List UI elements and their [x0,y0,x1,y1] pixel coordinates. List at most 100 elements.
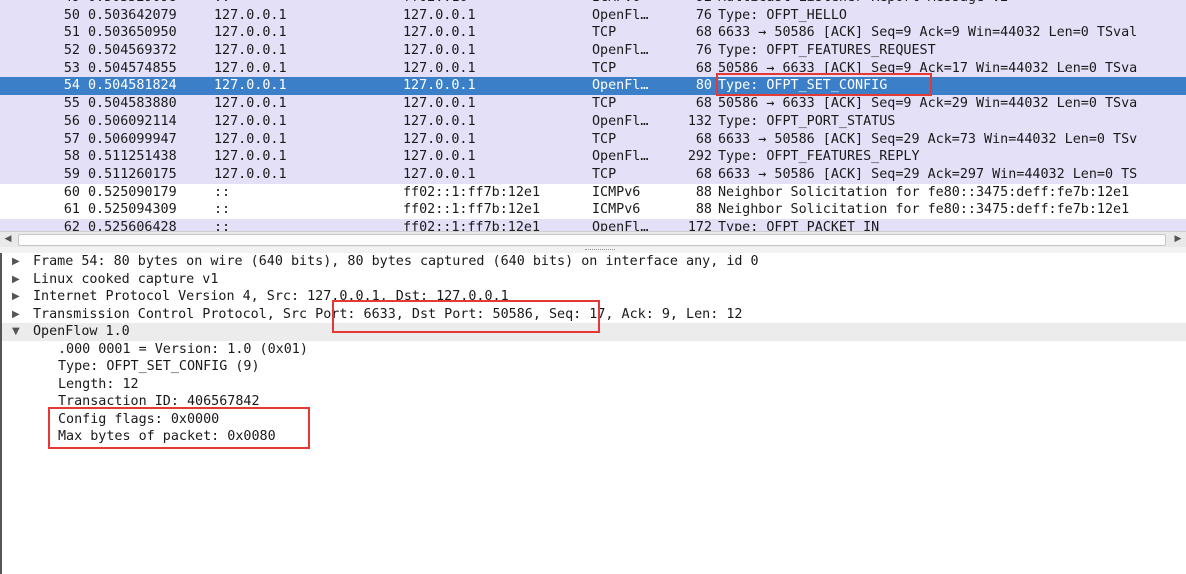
packet-time: 0.511260175 [88,166,177,182]
packet-info: Type: OFPT_FEATURES_REPLY [718,149,920,165]
packet-number: 53 [63,60,80,76]
packet-info: 6633 → 50586 [ACK] Seq=29 Ack=73 Win=440… [718,131,1138,147]
packet-source: 127.0.0.1 [214,43,287,59]
detail-openflow-text: OpenFlow 1.0 [33,324,130,339]
packet-length: 76 [695,7,712,23]
packet-destination: 127.0.0.1 [403,7,476,23]
packet-time: 0.504569372 [88,43,177,59]
packet-time: 0.504581824 [88,78,177,94]
packet-protocol: OpenFl… [592,113,649,129]
packet-source: 127.0.0.1 [214,78,287,94]
packet-number: 56 [63,113,80,129]
openflow-length[interactable]: Length: 12 [58,376,139,394]
packet-protocol: TCP [592,166,617,182]
packet-destination: 127.0.0.1 [403,96,476,112]
packet-rows: 49 0.503529098::ff02::16ICMPv6 92 Multicast… [0,0,1186,231]
packet-row[interactable]: 53 0.504574855 127.0.0.1 127.0.0.1 TCP 68 5058… [0,59,1186,78]
packet-info: Neighbor Solicitation for fe80::3475:def… [718,202,1130,218]
packet-source: 127.0.0.1 [214,149,287,165]
packet-row[interactable]: 50 0.503642079 127.0.0.1 127.0.0.1 OpenFl… 76… [0,6,1186,25]
packet-info: Multicast Listener Report Message v2 [718,0,1186,7]
annotation-box-config [48,407,310,449]
packet-source: 127.0.0.1 [214,60,287,76]
packet-destination: ff02::16 [403,0,583,7]
packet-destination: 127.0.0.1 [403,131,476,147]
packet-row[interactable]: 49 0.503529098::ff02::16 ICMPv692 Multicast… [0,0,1186,7]
detail-frame[interactable]: ▶ Frame 54: 80 bytes on wire (640 bits),… [0,253,1186,271]
packet-row[interactable]: 61 0.525094309:: ff02::1:ff7b:12e1 ICMPv6 88… [0,201,1186,219]
packet-destination: 127.0.0.1 [403,149,476,165]
scroll-left-arrow-icon[interactable]: ◀ [0,232,16,247]
packet-time: 0.506099947 [88,131,177,147]
packet-length: 68 [695,96,712,112]
packet-number: 62 [63,219,80,231]
packet-row[interactable]: 60 0.525090179:: ff02::1:ff7b:12e1 ICMPv6 88… [0,183,1186,202]
detail-frame-text: Frame 54: 80 bytes on wire (640 bits), 8… [33,254,759,269]
openflow-type[interactable]: Type: OFPT_SET_CONFIG (9) [58,358,260,376]
packet-row[interactable]: 56 0.506092114 127.0.0.1 127.0.0.1 OpenFl… 13… [0,112,1186,131]
packet-length: 88 [695,184,712,200]
packet-source: :: [214,184,231,200]
openflow-version[interactable]: .000 0001 = Version: 1.0 (0x01) [58,341,308,359]
packet-row[interactable]: 51 0.503650950 127.0.0.1 127.0.0.1 TCP 68 6633… [0,24,1186,43]
detail-linux-cooked-text: Linux cooked capture v1 [33,271,219,287]
packet-length: 172 [687,219,712,231]
expand-arrow-icon[interactable]: ▶ [12,306,24,324]
packet-length: 68 [695,60,712,76]
packet-destination: 127.0.0.1 [403,25,476,41]
expand-arrow-icon[interactable]: ▶ [12,271,24,289]
packet-info: Type: OFPT_FEATURES_REQUEST [718,43,936,59]
packet-number: 54 [63,78,80,94]
packet-protocol: OpenFl… [592,7,649,23]
packet-row[interactable]: 57 0.506099947 127.0.0.1 127.0.0.1 TCP 68 6633… [0,130,1186,149]
expand-arrow-icon[interactable]: ▶ [12,288,24,306]
packet-time: 0.503529098 [88,0,208,7]
packet-source: :: [214,202,231,218]
packet-number: 57 [63,131,80,147]
detail-linux-cooked[interactable]: ▶ Linux cooked capture v1 [0,271,1186,289]
packet-row[interactable]: 55 0.504583880 127.0.0.1 127.0.0.1 TCP 68 5058… [0,95,1186,113]
packet-row[interactable]: 59 0.511260175 127.0.0.1 127.0.0.1 TCP 68 6633… [0,165,1186,184]
packet-info: Type: OFPT_HELLO [718,7,847,23]
packet-time: 0.504574855 [88,60,177,76]
packet-row-selected[interactable]: 54 0.504581824 127.0.0.1 127.0.0.1 OpenFl… 80… [0,77,1186,96]
packet-length: 68 [695,166,712,182]
scroll-right-arrow-icon[interactable]: ▶ [1170,232,1186,247]
collapse-arrow-icon[interactable]: ▼ [12,323,24,341]
packet-source: 127.0.0.1 [214,25,287,41]
packet-list[interactable]: 49 0.503529098::ff02::16ICMPv6 92 Multicast… [0,0,1186,231]
packet-protocol: ICMPv6 [592,184,641,200]
packet-row[interactable]: 58 0.511251438 127.0.0.1 127.0.0.1 OpenFl… 29… [0,148,1186,166]
packet-number: 52 [63,43,80,59]
packet-source: 127.0.0.1 [214,131,287,147]
packet-length: 68 [695,131,712,147]
packet-info: Type: OFPT_PACKET_IN [718,219,880,231]
packet-protocol: ICMPv6 [592,202,641,218]
packet-number: 61 [63,202,80,218]
packet-number: 49 [22,0,80,7]
packet-row[interactable]: 62 0.525606428:: ff02::1:ff7b:12e1 OpenFl… 1… [0,218,1186,231]
packet-source: :: [214,219,231,231]
packet-info: Neighbor Solicitation for fe80::3475:def… [718,184,1130,200]
packet-info: 6633 → 50586 [ACK] Seq=29 Ack=297 Win=44… [718,166,1138,182]
packet-protocol: TCP [592,25,617,41]
packet-row[interactable]: 52 0.504569372 127.0.0.1 127.0.0.1 OpenFl… 76… [0,42,1186,60]
horizontal-scrollbar[interactable]: ◀ ▶ [0,231,1186,247]
packet-number: 60 [63,184,80,200]
packet-destination: 127.0.0.1 [403,43,476,59]
expand-arrow-icon[interactable]: ▶ [12,253,24,271]
packet-time: 0.525094309 [88,202,177,218]
packet-number: 58 [63,149,80,165]
packet-time: 0.503642079 [88,7,177,23]
packet-protocol: TCP [592,60,617,76]
packet-length: 292 [687,149,712,165]
packet-destination: ff02::1:ff7b:12e1 [403,184,541,200]
packet-destination: 127.0.0.1 [403,60,476,76]
scrollbar-thumb[interactable] [18,234,1166,246]
packet-protocol: TCP [592,131,617,147]
packet-length: 132 [687,113,712,129]
annotation-box-ports [332,300,600,333]
packet-length: 92 [664,0,712,7]
packet-destination: 127.0.0.1 [403,166,476,182]
packet-length: 88 [695,202,712,218]
